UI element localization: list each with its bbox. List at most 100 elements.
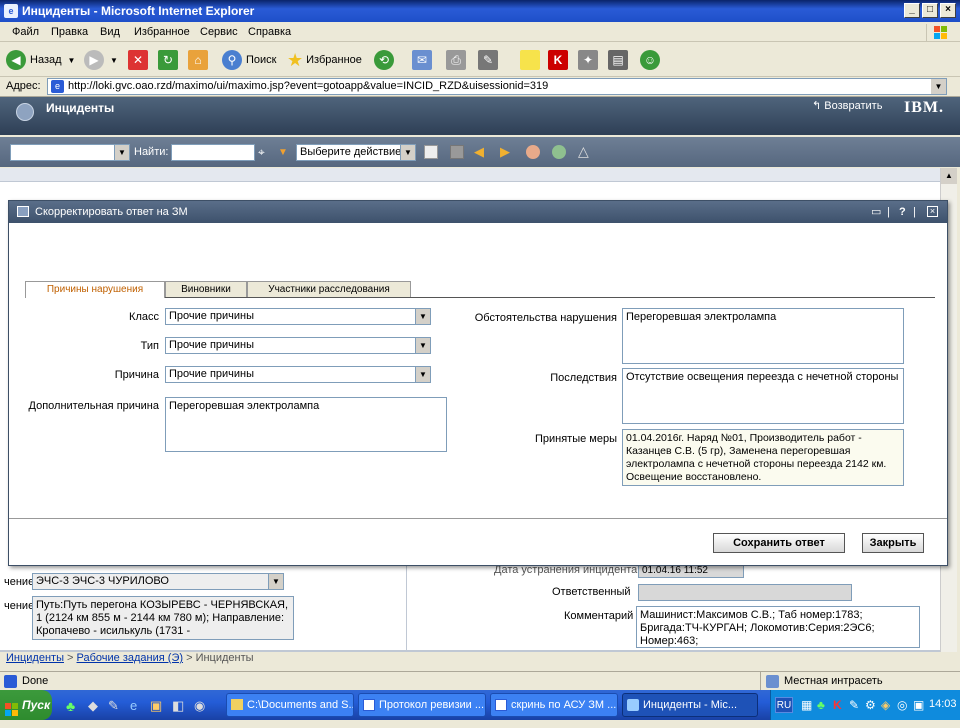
task-screenshots[interactable]: скринь по АСУ ЗМ ...: [490, 693, 618, 717]
back-button[interactable]: ◀ Назад ▼: [6, 49, 75, 71]
folder-icon: [231, 699, 243, 710]
bg-comment-field[interactable]: Машинист:Максимов С.В.; Таб номер:1783; …: [636, 606, 920, 648]
query-select[interactable]: ▼: [10, 144, 130, 161]
history-button[interactable]: ⟲: [374, 49, 394, 71]
warning-icon[interactable]: △: [578, 143, 589, 160]
close-button[interactable]: Закрыть: [862, 533, 924, 553]
bg-responsible-field[interactable]: [638, 584, 852, 601]
tray-icon[interactable]: ✎: [849, 698, 859, 712]
return-link[interactable]: ↰ Возвратить: [812, 99, 882, 112]
language-indicator[interactable]: RU: [775, 697, 793, 713]
refresh-button[interactable]: ↻: [158, 49, 178, 71]
mail-button[interactable]: ✉: [412, 49, 432, 71]
menu-help[interactable]: Справка: [248, 26, 291, 38]
breadcrumb: Инциденты > Рабочие задания (Э) > Инциде…: [6, 652, 254, 664]
dialog-help-icon[interactable]: ?: [899, 201, 906, 223]
class-select[interactable]: Прочие причины ▼: [165, 308, 431, 325]
quicklaunch-icon[interactable]: ✎: [108, 698, 119, 714]
measures-textarea[interactable]: 01.04.2016г. Наряд №01, Производитель ра…: [622, 429, 904, 486]
dialog-restore-icon[interactable]: ▭: [871, 201, 881, 223]
circumstances-textarea[interactable]: Перегоревшая электролампа: [622, 308, 904, 364]
home-button[interactable]: ⌂: [188, 49, 208, 71]
forward-button[interactable]: ▶ ▼: [84, 49, 118, 71]
tray-icon[interactable]: ⚙: [865, 698, 876, 712]
address-label: Адрес:: [6, 80, 41, 92]
window-title-bar: e Инциденты - Microsoft Internet Explore…: [0, 0, 960, 22]
menu-edit[interactable]: Правка: [51, 26, 88, 38]
bg-dept-field[interactable]: ЭЧС-3 ЭЧС-3 ЧУРИЛОВО ▼: [32, 573, 284, 590]
binoculars-icon[interactable]: ⌖: [258, 145, 265, 160]
dialog-footer-divider: [9, 518, 947, 519]
breadcrumb-link-workorders[interactable]: Рабочие задания (Э): [77, 652, 183, 664]
menu-tools[interactable]: Сервис: [200, 26, 238, 38]
reason-select[interactable]: Прочие причины ▼: [165, 366, 431, 383]
quicklaunch-icon[interactable]: ▣: [150, 698, 162, 714]
chevron-down-icon: ▼: [268, 574, 283, 589]
tray-icon[interactable]: ◈: [881, 698, 890, 712]
notes-button[interactable]: [520, 49, 540, 71]
menu-file[interactable]: Файл: [12, 26, 39, 38]
tray-icon[interactable]: ▣: [913, 698, 924, 712]
new-record-icon[interactable]: [424, 145, 438, 159]
quicklaunch-tree-icon[interactable]: ♣: [66, 698, 75, 714]
breadcrumb-link-incidents[interactable]: Инциденты: [6, 652, 64, 664]
prev-record-icon[interactable]: ◀: [474, 144, 484, 160]
task-protocol[interactable]: Протокол ревизии ...: [358, 693, 486, 717]
messenger-button[interactable]: ☺: [640, 49, 660, 71]
favorites-button[interactable]: ★ Избранное: [287, 49, 362, 71]
tool-button-1[interactable]: ✦: [578, 49, 598, 71]
quicklaunch-icon[interactable]: ◆: [88, 698, 98, 714]
task-incidents[interactable]: Инциденты - Mic...: [622, 693, 758, 717]
print-button[interactable]: ⎙: [446, 49, 466, 71]
tray-icon[interactable]: ♣: [817, 698, 825, 712]
workflow-stop-icon[interactable]: [526, 145, 540, 159]
tray-icon[interactable]: ▦: [801, 698, 812, 712]
bg-place-field[interactable]: Путь:Путь перегона КОЗЫРЕВС - ЧЕРНЯВСКАЯ…: [32, 596, 294, 640]
filter-arrow-icon[interactable]: ▼: [278, 147, 288, 158]
edit-icon: ✎: [478, 50, 498, 70]
ie-icon: e: [4, 4, 18, 18]
tab-investigation-participants[interactable]: Участники расследования: [247, 281, 411, 297]
address-dropdown-arrow[interactable]: ▼: [931, 79, 946, 94]
tab-violation-reasons[interactable]: Причины нарушения: [25, 281, 165, 298]
dialog-title-bar: Скорректировать ответ на ЗМ ▭ | ? | ×: [9, 201, 947, 223]
stop-button[interactable]: ✕: [128, 49, 148, 71]
action-select[interactable]: Выберите действие ▼: [296, 144, 416, 161]
menu-favorites[interactable]: Избранное: [134, 26, 190, 38]
bg-comment-label: Комментарий: [564, 610, 634, 622]
save-response-button[interactable]: Сохранить ответ: [713, 533, 845, 553]
save-icon[interactable]: [450, 145, 464, 159]
minimize-button[interactable]: _: [904, 3, 920, 18]
edit-button[interactable]: ✎: [478, 49, 498, 71]
workflow-start-icon[interactable]: [552, 145, 566, 159]
task-explorer[interactable]: C:\Documents and S...: [226, 693, 354, 717]
start-button[interactable]: Пуск: [0, 690, 52, 720]
search-button[interactable]: ⚲ Поиск: [222, 49, 276, 71]
scroll-up-arrow[interactable]: ▲: [941, 168, 957, 184]
kaspersky-tray-icon[interactable]: K: [833, 698, 842, 712]
type-select[interactable]: Прочие причины ▼: [165, 337, 431, 354]
dialog-close-icon[interactable]: ×: [927, 206, 938, 217]
kaspersky-button[interactable]: K: [548, 49, 568, 71]
address-input[interactable]: e http://loki.gvc.oao.rzd/maximo/ui/maxi…: [47, 78, 947, 95]
forward-arrow-icon: ▶: [84, 50, 104, 70]
page-icon: e: [51, 80, 64, 93]
extra-reason-textarea[interactable]: Перегоревшая электролампа: [165, 397, 447, 452]
mail-icon: ✉: [412, 50, 432, 70]
find-input[interactable]: [171, 144, 255, 161]
quicklaunch-icon[interactable]: ◧: [172, 698, 184, 714]
extra-reason-label: Дополнительная причина: [28, 400, 159, 412]
intranet-icon: [766, 675, 779, 688]
quicklaunch-ie-icon[interactable]: e: [130, 698, 137, 713]
quicklaunch-icon[interactable]: ◉: [194, 698, 205, 714]
close-window-button[interactable]: ×: [940, 3, 956, 18]
maximize-button[interactable]: □: [922, 3, 938, 18]
tool-button-2[interactable]: ▤: [608, 49, 628, 71]
class-label: Класс: [129, 311, 159, 323]
kaspersky-icon: K: [548, 50, 568, 70]
next-record-icon[interactable]: ▶: [500, 144, 510, 160]
menu-view[interactable]: Вид: [100, 26, 120, 38]
tab-culprits[interactable]: Виновники: [165, 281, 247, 297]
tray-icon[interactable]: ◎: [897, 698, 907, 712]
consequences-textarea[interactable]: Отсутствие освещения переезда с нечетной…: [622, 368, 904, 424]
